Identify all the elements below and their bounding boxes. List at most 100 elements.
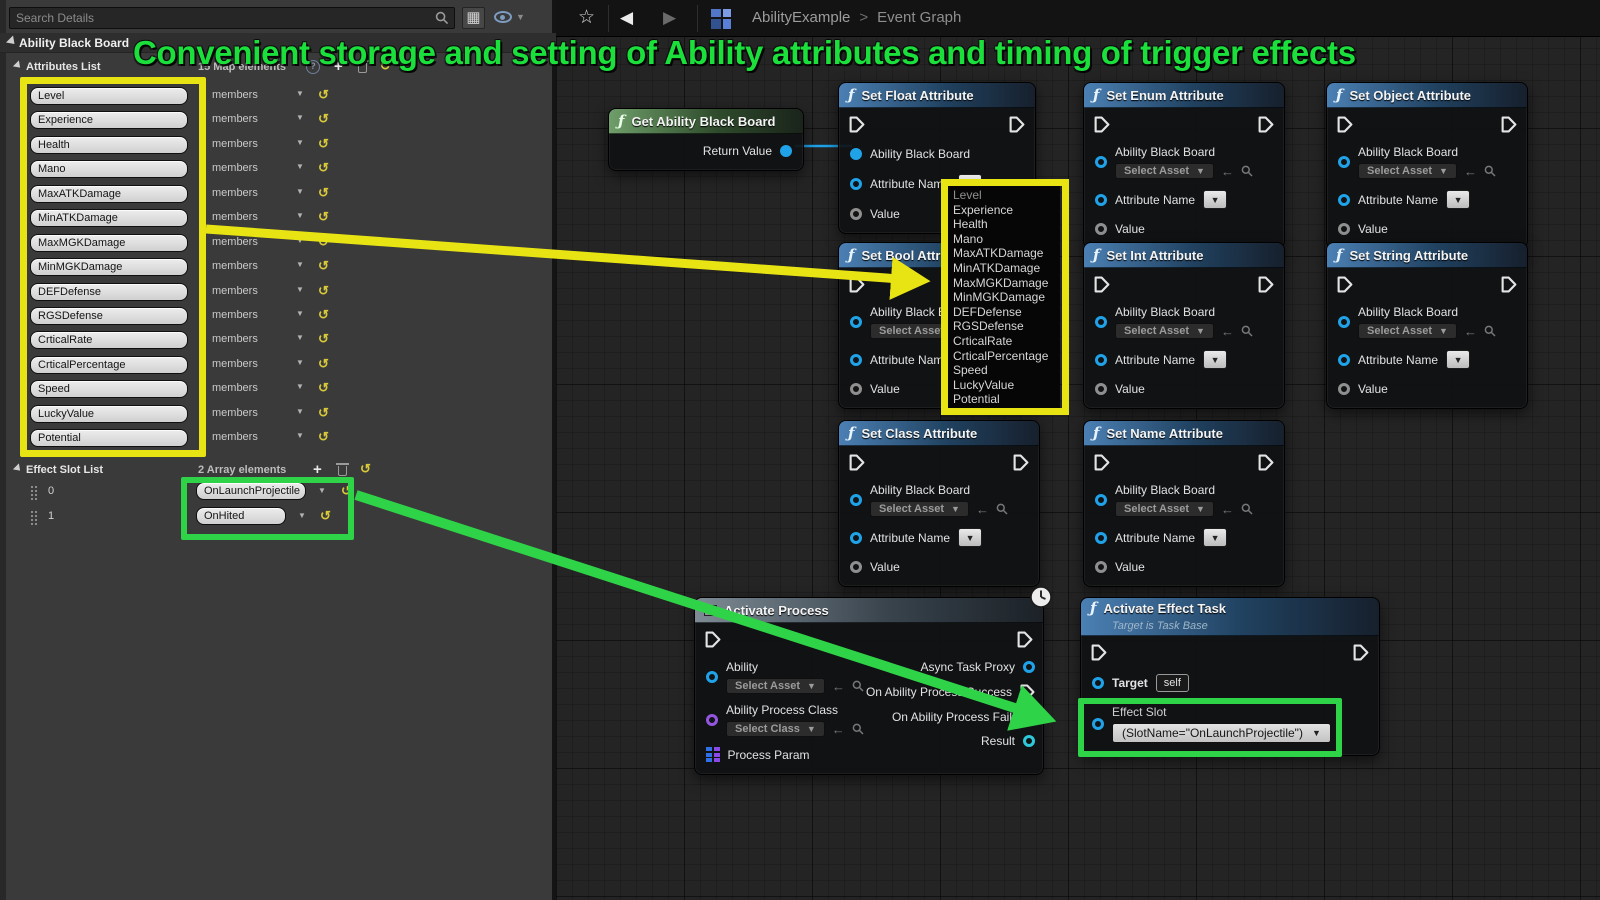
use-selected-icon[interactable]: ← (1221, 503, 1234, 516)
attribute-name-dropdown[interactable]: ▼ (1203, 350, 1227, 369)
chevron-down-icon[interactable]: ▼ (296, 162, 304, 171)
use-selected-icon[interactable]: ← (976, 503, 989, 516)
select-class-dropdown[interactable]: Select Class▼ (726, 721, 825, 737)
exec-out-pin[interactable] (1258, 116, 1274, 133)
exec-out-pin[interactable] (1009, 116, 1025, 133)
browse-icon[interactable] (1484, 325, 1496, 337)
result-pin[interactable] (1023, 735, 1035, 747)
trash-icon[interactable] (338, 466, 347, 476)
browse-icon[interactable] (852, 680, 864, 692)
browse-icon[interactable] (852, 723, 864, 735)
revert-icon[interactable]: ↺ (318, 136, 329, 152)
revert-icon[interactable]: ↺ (318, 111, 329, 127)
node-set-name-attribute[interactable]: ƒ Set Name Attribute Ability Black Board… (1083, 420, 1285, 587)
select-asset-dropdown[interactable]: Select Asset▼ (1115, 163, 1214, 179)
back-arrow-icon[interactable]: ◀ (620, 8, 633, 28)
exec-in-pin[interactable] (1337, 276, 1353, 293)
revert-icon[interactable]: ↺ (318, 258, 329, 274)
attribute-name-pin[interactable] (850, 178, 862, 190)
add-element-button[interactable]: + (313, 461, 322, 478)
value-pin[interactable] (1095, 561, 1107, 573)
chevron-down-icon[interactable]: ▼ (296, 236, 304, 245)
ability-black-board-pin[interactable] (1338, 316, 1350, 328)
select-asset-dropdown[interactable]: Select Asset▼ (726, 678, 825, 694)
exec-in-pin[interactable] (1091, 644, 1107, 661)
value-pin[interactable] (1338, 383, 1350, 395)
browse-icon[interactable] (1241, 503, 1253, 515)
breadcrumb-graph[interactable]: Event Graph (877, 9, 961, 26)
exec-out-pin[interactable] (1353, 644, 1369, 661)
attribute-name-dropdown[interactable]: ▼ (958, 528, 982, 547)
browse-icon[interactable] (1241, 325, 1253, 337)
value-pin[interactable] (850, 561, 862, 573)
exec-in-pin[interactable] (849, 116, 865, 133)
node-get-ability-black-board[interactable]: ƒ Get Ability Black Board Return Value (608, 108, 804, 171)
ability-pin[interactable] (706, 671, 718, 683)
exec-out-pin[interactable] (1258, 276, 1274, 293)
select-asset-dropdown[interactable]: Select Asset▼ (870, 501, 969, 517)
revert-icon[interactable]: ↺ (318, 429, 329, 445)
chevron-down-icon[interactable]: ▼ (296, 358, 304, 367)
node-set-class-attribute[interactable]: ƒ Set Class Attribute Ability Black Boar… (838, 420, 1040, 587)
select-asset-dropdown[interactable]: Select Asset▼ (1358, 163, 1457, 179)
search-input[interactable] (10, 11, 435, 25)
ability-black-board-pin[interactable] (1095, 156, 1107, 168)
attribute-name-dropdown[interactable]: ▼ (1446, 350, 1470, 369)
drag-handle-icon[interactable] (30, 485, 38, 500)
exec-out-pin[interactable] (1013, 454, 1029, 471)
attribute-name-pin[interactable] (850, 354, 862, 366)
ability-black-board-pin[interactable] (1095, 494, 1107, 506)
value-pin[interactable] (850, 383, 862, 395)
node-set-int-attribute[interactable]: ƒ Set Int Attribute Ability Black Board … (1083, 242, 1285, 409)
exec-in-pin[interactable] (849, 454, 865, 471)
exec-in-pin[interactable] (1094, 276, 1110, 293)
attribute-name-pin[interactable] (1095, 354, 1107, 366)
select-asset-dropdown[interactable]: Select Asset▼ (1115, 323, 1214, 339)
attribute-name-pin[interactable] (1095, 532, 1107, 544)
node-set-object-attribute[interactable]: ƒ Set Object Attribute Ability Black Boa… (1326, 82, 1528, 249)
node-activate-process[interactable]: Activate Process Ability (694, 597, 1044, 775)
ability-black-board-pin[interactable] (1095, 316, 1107, 328)
chevron-down-icon[interactable]: ▼ (296, 187, 304, 196)
chevron-down-icon[interactable]: ▼ (296, 113, 304, 122)
attribute-name-pin[interactable] (1338, 194, 1350, 206)
use-selected-icon[interactable]: ← (1221, 325, 1234, 338)
browse-icon[interactable] (1484, 165, 1496, 177)
select-asset-dropdown[interactable]: Select Asset▼ (1115, 501, 1214, 517)
breadcrumb-blueprint[interactable]: AbilityExample (752, 9, 850, 26)
ability-black-board-pin[interactable] (850, 316, 862, 328)
revert-icon[interactable]: ↺ (318, 380, 329, 396)
value-pin[interactable] (1338, 223, 1350, 235)
struct-pin-icon[interactable] (706, 747, 720, 762)
value-pin[interactable] (1095, 223, 1107, 235)
chevron-down-icon[interactable]: ▼ (296, 431, 304, 440)
ability-black-board-pin[interactable] (850, 494, 862, 506)
expand-triangle-icon[interactable] (13, 60, 23, 70)
chevron-down-icon[interactable]: ▼ (296, 309, 304, 318)
use-selected-icon[interactable]: ← (1464, 165, 1477, 178)
chevron-down-icon[interactable]: ▼ (296, 382, 304, 391)
exec-in-pin[interactable] (1337, 116, 1353, 133)
revert-icon[interactable]: ↺ (318, 209, 329, 225)
select-asset-dropdown[interactable]: Select Asset▼ (1358, 323, 1457, 339)
drag-handle-icon[interactable] (30, 510, 38, 525)
revert-icon[interactable]: ↺ (318, 405, 329, 421)
chevron-down-icon[interactable]: ▼ (296, 285, 304, 294)
on-success-exec-pin[interactable] (1020, 684, 1035, 700)
display-filter-button[interactable]: ▦ (462, 7, 485, 29)
use-selected-icon[interactable]: ← (832, 680, 845, 693)
event-graph-canvas[interactable]: ☆ ◀ ▶ AbilityExample > Event Graph ƒ Get… (556, 0, 1600, 900)
chevron-down-icon[interactable]: ▼ (296, 407, 304, 416)
attribute-name-dropdown[interactable]: ▼ (1203, 190, 1227, 209)
ability-black-board-pin[interactable] (850, 148, 862, 160)
chevron-down-icon[interactable]: ▼ (296, 138, 304, 147)
attribute-name-pin[interactable] (1095, 194, 1107, 206)
exec-out-pin[interactable] (1501, 276, 1517, 293)
exec-out-pin[interactable] (1258, 454, 1274, 471)
exec-in-pin[interactable] (849, 276, 865, 293)
use-selected-icon[interactable]: ← (1464, 325, 1477, 338)
browse-icon[interactable] (1241, 165, 1253, 177)
exec-in-pin[interactable] (1094, 454, 1110, 471)
revert-icon[interactable]: ↺ (318, 234, 329, 250)
exec-in-pin[interactable] (1094, 116, 1110, 133)
